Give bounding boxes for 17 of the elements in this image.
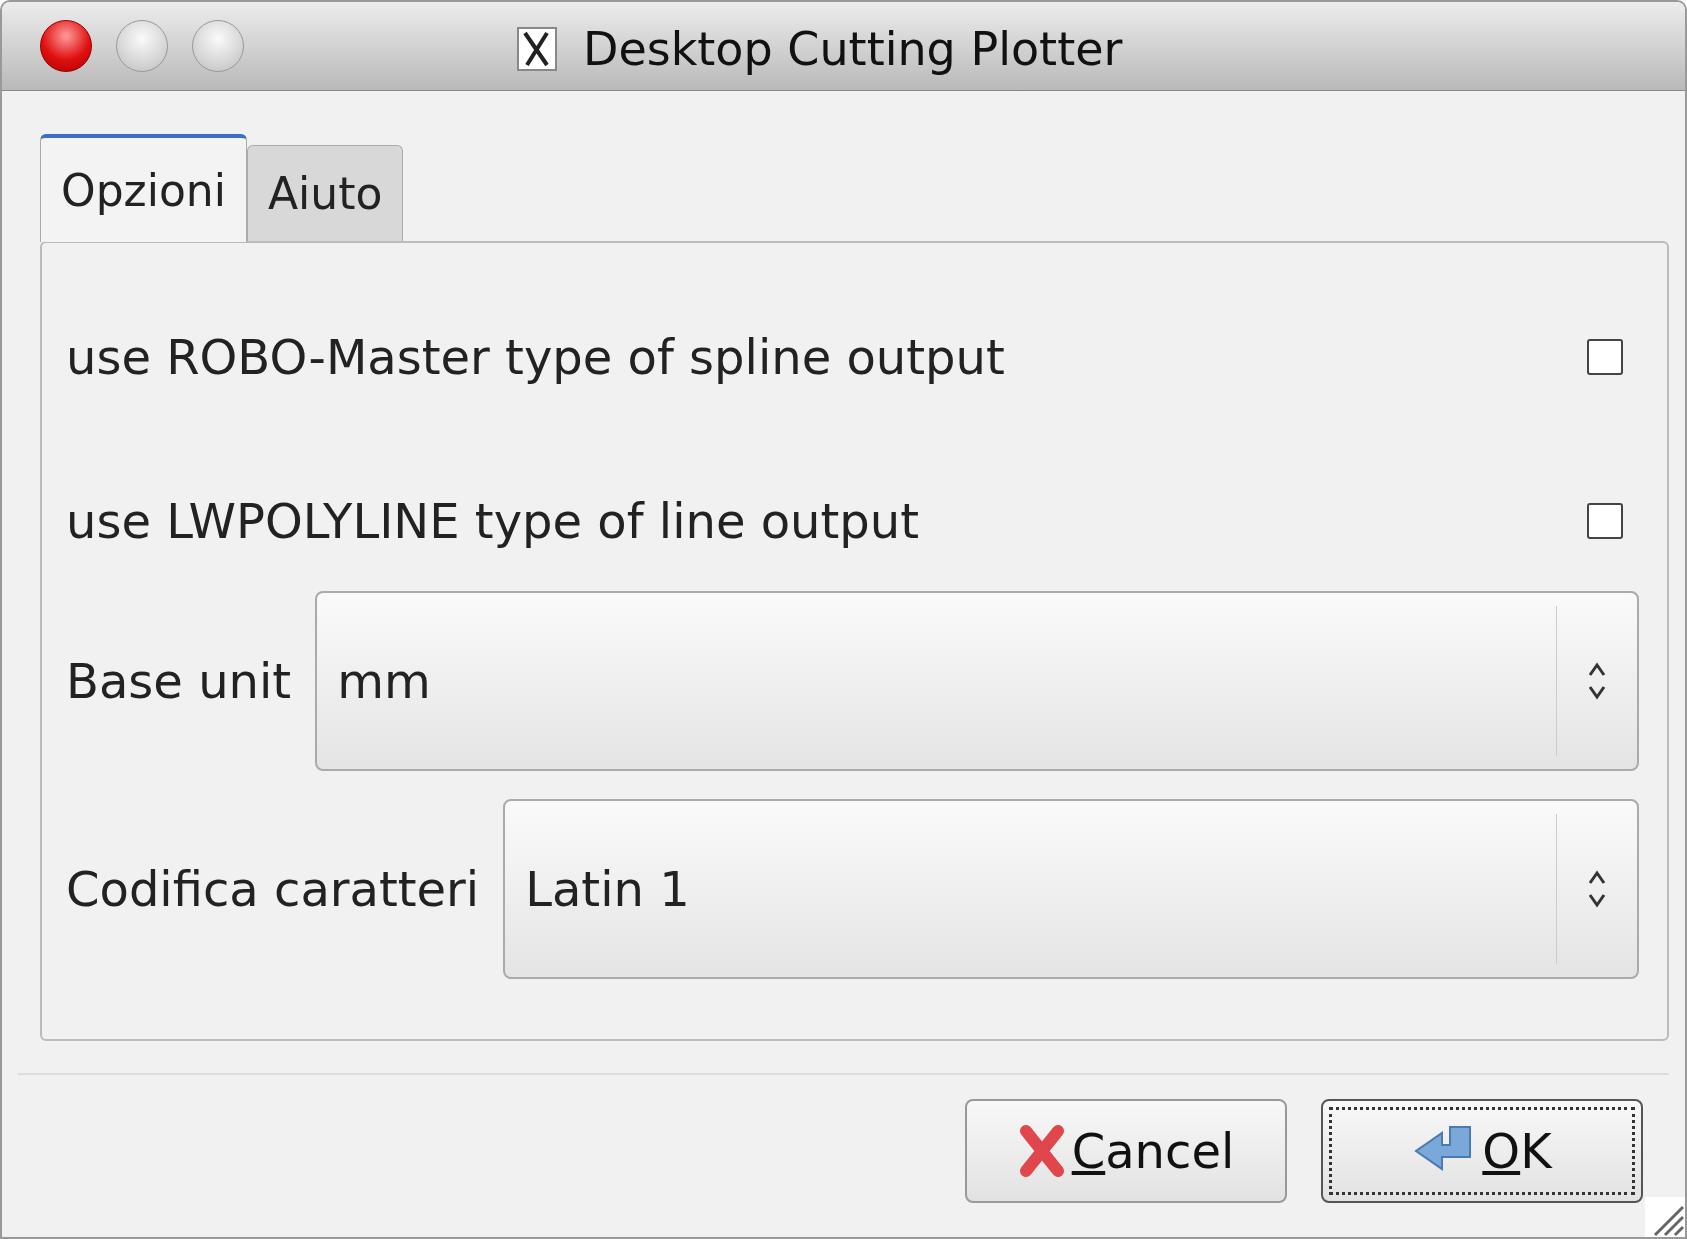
checkbox-label: use LWPOLYLINE type of line output <box>66 493 920 549</box>
field-label: Codifica caratteri <box>66 861 480 917</box>
dropdown[interactable]: Latin 1 <box>503 799 1639 979</box>
dropdown[interactable]: mm <box>315 591 1639 771</box>
checkbox-label: use ROBO-Master type of spline output <box>66 329 1005 385</box>
tab[interactable]: Opzioni <box>40 134 247 242</box>
close-button[interactable] <box>40 20 92 72</box>
ok-button[interactable]: OK <box>1321 1099 1643 1203</box>
checkbox[interactable] <box>1587 339 1623 375</box>
tab[interactable]: Aiuto <box>246 145 404 241</box>
field-label: Base unit <box>66 653 292 709</box>
cross-icon <box>1017 1123 1066 1179</box>
x-logo-icon <box>517 27 557 71</box>
cancel-button[interactable]: Cancel <box>965 1099 1287 1203</box>
checkbox[interactable] <box>1587 503 1623 539</box>
resize-grip-icon[interactable] <box>1645 1197 1685 1237</box>
window-title: Desktop Cutting Plotter <box>583 22 1123 76</box>
